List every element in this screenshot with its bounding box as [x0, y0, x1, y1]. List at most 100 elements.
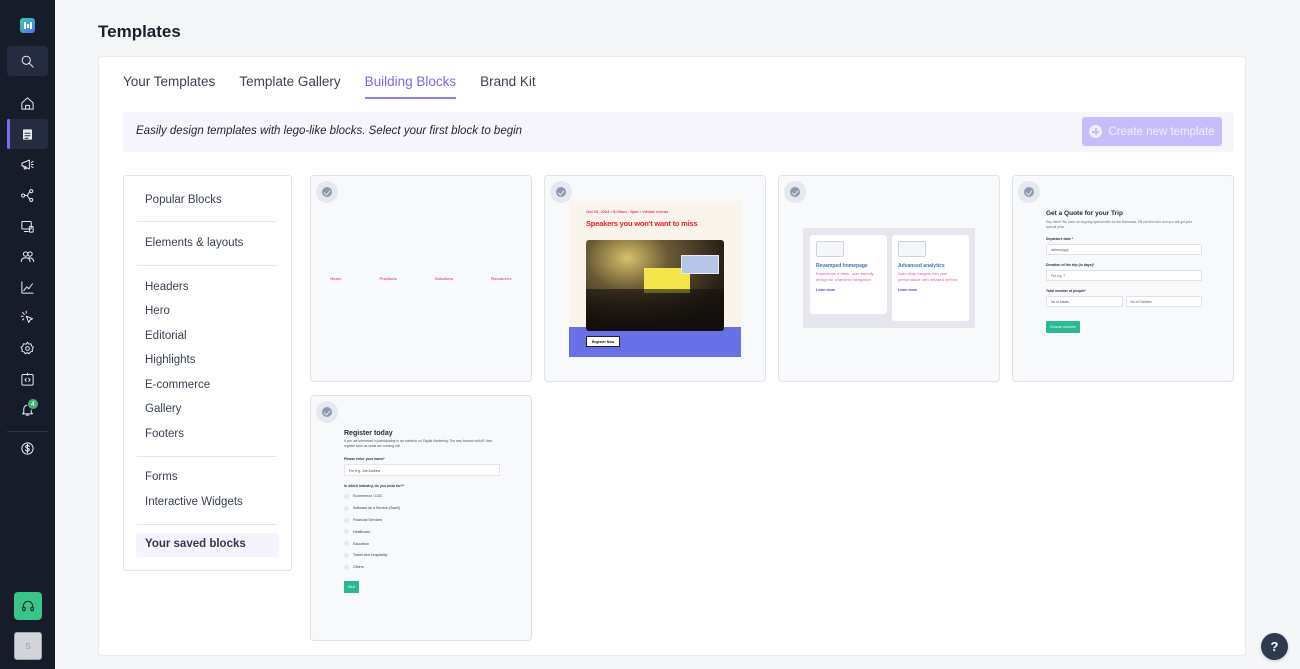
check-circle-icon[interactable]	[316, 401, 338, 423]
highlights-preview: Revamped homepage Experience a fresh, us…	[803, 228, 975, 328]
highlight-link: Learn more	[816, 288, 836, 293]
nav-link-preview: Resources	[491, 276, 512, 281]
nav-link-preview: Products	[379, 276, 397, 281]
sidebar-item-templates[interactable]	[7, 119, 48, 149]
register-form-preview: Register today If you are interested in …	[344, 430, 500, 594]
block-tile-event-hero[interactable]: Oct 16, 2024 • 9:00am - 5pm • Virtual ev…	[544, 175, 766, 382]
sidebar-item-billing[interactable]	[7, 433, 48, 463]
sidebar-item-analytics[interactable]	[7, 272, 48, 302]
category-forms[interactable]: Forms	[145, 471, 178, 483]
highlight-desc: Experience a fresh, user-friendly design…	[816, 271, 874, 282]
analytics-illustration-icon	[898, 241, 926, 257]
app-logo-icon[interactable]	[20, 18, 35, 33]
quote-desc: Hey there! We have an ongoing special of…	[1046, 220, 1193, 229]
dollar-icon	[21, 441, 34, 455]
highlight-card: Advanced analytics Gain deep insights in…	[892, 235, 969, 321]
adults-select-preview: No of Adults	[1046, 296, 1123, 308]
sidebar-item-contacts[interactable]	[7, 241, 48, 271]
radio-icon	[344, 517, 349, 523]
sidebar-item-settings[interactable]	[7, 333, 48, 363]
category-divider	[137, 456, 277, 457]
check-circle-icon[interactable]	[1018, 181, 1040, 203]
sidebar-item-journeys[interactable]	[7, 180, 48, 210]
radio-option-preview: Healthcare	[344, 526, 500, 538]
sidebar-item-integrations[interactable]	[7, 364, 48, 394]
radio-option-preview: Ecommerce / D2C	[344, 491, 500, 503]
category-footers[interactable]: Footers	[145, 428, 184, 440]
departure-label: Departure date *	[1046, 237, 1074, 242]
quote-title: Get a Quote for your Trip	[1046, 210, 1123, 217]
block-tile-quote-form[interactable]: Get a Quote for your Trip Hey there! We …	[1012, 175, 1234, 382]
sidebar: 4 S	[0, 0, 55, 669]
radio-icon	[344, 541, 349, 547]
category-e-commerce[interactable]: E-commerce	[145, 379, 210, 391]
register-desc: If you are interested in participating i…	[344, 439, 493, 448]
block-tile-highlights[interactable]: Revamped homepage Experience a fresh, us…	[778, 175, 1000, 382]
header-preview: Home Products Solutions Resources	[311, 276, 531, 281]
sidebar-item-notifications[interactable]	[7, 394, 48, 424]
register-title: Register today	[344, 430, 393, 437]
departure-input-preview: dd/mm/yyyy	[1046, 244, 1202, 256]
homepage-illustration-icon	[816, 241, 844, 257]
search-icon	[21, 55, 34, 68]
children-select-preview: No of Children	[1125, 296, 1202, 308]
templates-panel: Your Templates Template Gallery Building…	[98, 56, 1246, 656]
category-hero[interactable]: Hero	[145, 305, 170, 317]
megaphone-icon	[21, 159, 34, 169]
support-button[interactable]	[14, 592, 42, 620]
highlight-title: Advanced analytics	[898, 263, 945, 269]
radio-icon	[344, 493, 349, 499]
sidebar-item-channels[interactable]	[7, 211, 48, 241]
radio-option-preview: Travel and Hospitality	[344, 550, 500, 562]
duration-label: Duration of the trip (in days)*	[1046, 263, 1095, 268]
people-label: Total number of people*	[1046, 289, 1086, 294]
sidebar-item-campaigns[interactable]	[7, 149, 48, 179]
category-highlights[interactable]: Highlights	[145, 354, 196, 366]
category-headers[interactable]: Headers	[145, 281, 188, 293]
page-title: Templates	[98, 22, 181, 41]
home-icon	[21, 96, 34, 110]
headset-icon	[22, 600, 34, 612]
event-register-button: Register Now	[586, 336, 620, 347]
tab-building-blocks[interactable]: Building Blocks	[364, 74, 457, 99]
notification-badge: 4	[27, 398, 39, 410]
event-title: Speakers you won't want to miss	[586, 219, 698, 228]
check-circle-icon[interactable]	[550, 181, 572, 203]
tab-your-templates[interactable]: Your Templates	[123, 74, 215, 99]
block-tile-header[interactable]: Home Products Solutions Resources	[310, 175, 532, 382]
radio-icon	[344, 564, 349, 570]
category-popular-blocks[interactable]: Popular Blocks	[145, 194, 222, 206]
search-button[interactable]	[7, 46, 48, 76]
name-input-preview: For e.g. Joe Andrew	[344, 463, 500, 476]
nav-link-preview: Home	[330, 276, 342, 281]
industry-label: In which industry, do you work for?*	[344, 483, 405, 488]
radio-option-preview: Others	[344, 561, 500, 573]
help-button[interactable]: ?	[1261, 633, 1288, 660]
radio-icon	[344, 552, 349, 558]
next-button-preview: Next	[344, 581, 360, 594]
chart-icon	[21, 280, 34, 294]
check-circle-icon[interactable]	[316, 181, 338, 203]
choose-services-button-preview: Choose services	[1046, 321, 1080, 334]
category-divider	[137, 524, 277, 525]
info-banner: Easily design templates with lego-like b…	[123, 112, 1234, 152]
check-circle-icon[interactable]	[784, 181, 806, 203]
category-interactive-widgets[interactable]: Interactive Widgets	[145, 496, 243, 508]
category-your-saved-blocks[interactable]: Your saved blocks	[136, 533, 279, 557]
highlight-title: Revamped homepage	[816, 263, 868, 269]
banner-text: Easily design templates with lego-like b…	[136, 125, 523, 137]
avatar[interactable]: S	[14, 632, 42, 660]
category-editorial[interactable]: Editorial	[145, 330, 187, 342]
tab-brand-kit[interactable]: Brand Kit	[480, 74, 536, 99]
category-elements-layouts[interactable]: Elements & layouts	[145, 237, 243, 249]
create-new-template-button[interactable]: Create new template	[1082, 117, 1222, 146]
block-tile-register-form[interactable]: Register today If you are interested in …	[310, 395, 532, 641]
plus-circle-icon	[1089, 125, 1103, 138]
radio-option-preview: Education	[344, 538, 500, 550]
sidebar-item-web-tracking[interactable]	[7, 302, 48, 332]
sidebar-item-home[interactable]	[7, 88, 48, 118]
category-gallery[interactable]: Gallery	[145, 403, 181, 415]
tab-template-gallery[interactable]: Template Gallery	[239, 74, 340, 99]
audience	[586, 289, 724, 331]
highlight-card: Revamped homepage Experience a fresh, us…	[810, 235, 887, 314]
